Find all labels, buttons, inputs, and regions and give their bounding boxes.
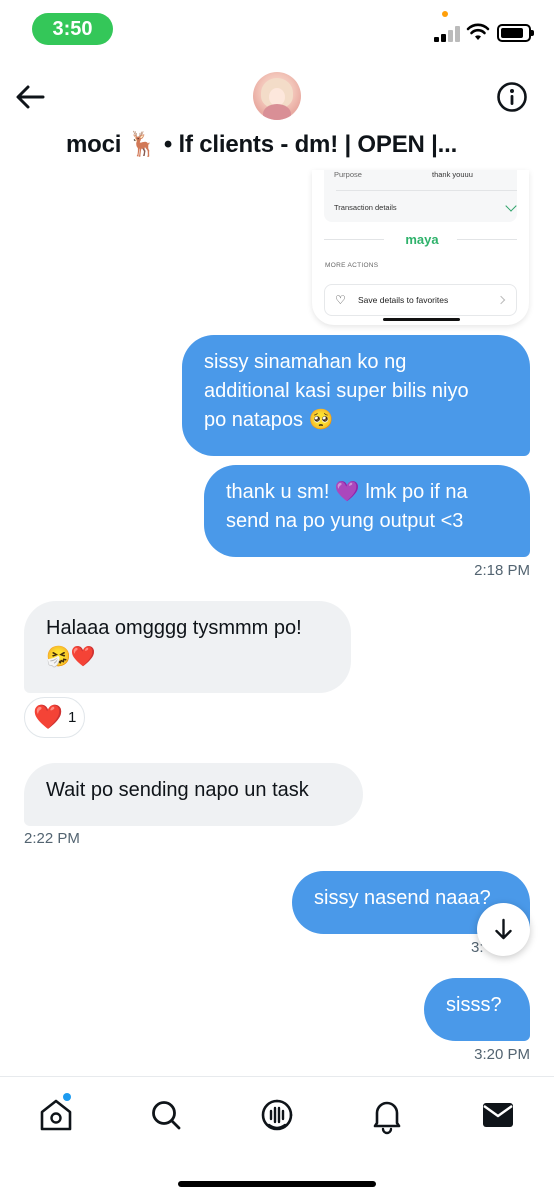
favorites-label: Save details to favorites xyxy=(358,295,449,305)
bottom-navigation xyxy=(0,1076,554,1200)
home-indicator xyxy=(178,1181,376,1187)
chevron-right-icon xyxy=(496,295,506,305)
purpose-label: Purpose xyxy=(334,170,362,179)
shared-image[interactable]: Purpose thank youuu Transaction details … xyxy=(312,170,529,325)
message-line: Halaaa omgggg tysmmm po! xyxy=(46,617,302,639)
search-icon[interactable] xyxy=(146,1095,186,1135)
message-line: sisss? xyxy=(446,994,502,1016)
message-line: additional kasi super bilis niyo xyxy=(204,380,469,402)
message-bubble[interactable]: Wait po sending napo un task xyxy=(24,763,363,826)
reaction-count: 1 xyxy=(68,709,77,726)
envelope-icon[interactable] xyxy=(478,1095,518,1135)
home-indicator-small xyxy=(383,318,460,321)
chevron-down-icon xyxy=(505,200,517,212)
heart-outline-icon: ♡ xyxy=(335,293,346,307)
avatar[interactable] xyxy=(253,72,301,120)
save-favorites-row: ♡ Save details to favorites xyxy=(324,284,517,316)
more-actions-label: MORE ACTIONS xyxy=(325,262,379,269)
message-bubble[interactable]: sissy sinamahan ko ng additional kasi su… xyxy=(182,335,530,456)
message-line: thank u sm! 💜 lmk po if na xyxy=(226,481,468,503)
message-timestamp: 2:18 PM xyxy=(474,562,530,579)
battery-icon xyxy=(497,24,534,42)
info-icon[interactable] xyxy=(496,81,528,113)
conversation-header: moci 🦌 • lf clients - dm! | OPEN |... xyxy=(0,58,554,170)
receipt-card: Purpose thank youuu Transaction details xyxy=(324,170,517,222)
message-timestamp: 2:22 PM xyxy=(24,830,80,847)
arrow-down-icon xyxy=(495,918,512,940)
home-notification-dot xyxy=(63,1093,71,1101)
message-line: send na po yung output <3 xyxy=(226,510,464,532)
spaces-icon[interactable] xyxy=(257,1095,297,1135)
message-bubble[interactable]: sisss? xyxy=(424,978,530,1041)
message-timestamp: 3:20 PM xyxy=(474,1046,530,1063)
message-line: 🤧❤️ xyxy=(46,646,96,668)
bell-icon[interactable] xyxy=(367,1095,407,1135)
privacy-indicator-dot xyxy=(442,11,448,17)
brand-row: maya xyxy=(324,232,517,247)
message-line: sissy sinamahan ko ng xyxy=(204,351,407,373)
divider xyxy=(336,190,517,191)
status-bar: 3:50 xyxy=(0,0,554,58)
status-time: 3:50 xyxy=(32,13,113,45)
wifi-icon xyxy=(466,23,490,40)
conversation-title[interactable]: moci 🦌 • lf clients - dm! | OPEN |... xyxy=(66,130,496,162)
reaction-badge[interactable]: ❤️ 1 xyxy=(24,697,85,738)
message-bubble[interactable]: Halaaa omgggg tysmmm po! 🤧❤️ xyxy=(24,601,351,693)
purpose-value: thank youuu xyxy=(432,170,473,179)
home-icon[interactable] xyxy=(36,1095,76,1135)
maya-logo: maya xyxy=(405,232,439,247)
transaction-details-label: Transaction details xyxy=(334,203,397,212)
message-bubble[interactable]: thank u sm! 💜 lmk po if na send na po yu… xyxy=(204,465,530,557)
message-line: po natapos 🥺 xyxy=(204,409,334,431)
message-line: Wait po sending napo un task xyxy=(46,779,309,801)
cellular-signal-icon xyxy=(434,26,460,42)
scroll-to-bottom-button[interactable] xyxy=(477,903,530,956)
heart-reaction-icon: ❤️ xyxy=(33,704,63,731)
back-arrow-icon[interactable] xyxy=(14,82,48,112)
